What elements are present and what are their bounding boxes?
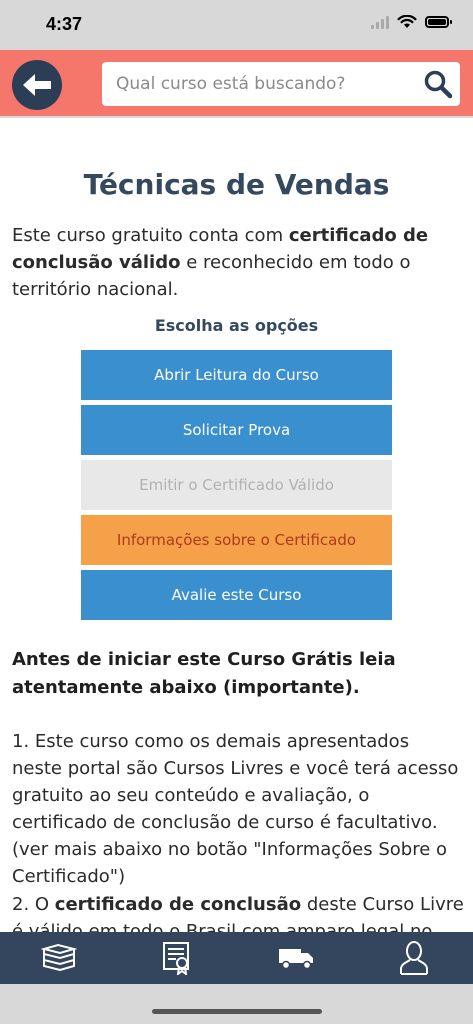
nav-certificates[interactable] [147,932,207,984]
status-icons [371,15,452,29]
wifi-icon [397,15,417,28]
notice-paragraph-1: 1. Este curso como os demais apresentado… [12,731,459,887]
delivery-truck-icon [278,949,313,970]
user-icon [399,941,428,975]
search-box [102,62,460,106]
nav-courses[interactable] [29,932,89,984]
nav-profile[interactable] [384,932,444,984]
arrow-left-icon [23,74,51,96]
page-title: Técnicas de Vendas [83,168,390,201]
status-bar: 4:37 [0,0,473,50]
intro-text-start: Este curso gratuito conta com [12,225,289,246]
search-input[interactable] [102,62,412,106]
cellular-signal-icon [371,15,389,29]
app-header [0,50,473,118]
nav-delivery[interactable] [266,932,326,984]
home-indicator[interactable] [152,1009,322,1014]
app-screen: 4:37 Qual curso está buscando? Técnicas … [0,0,473,1024]
back-button[interactable] [12,60,62,110]
magnifier-icon[interactable] [422,68,454,100]
rate-course-button[interactable]: Avalie este Curso [81,570,392,620]
request-exam-button[interactable]: Solicitar Prova [81,405,392,455]
course-intro: Este curso gratuito conta com certificad… [12,222,462,303]
certificate-icon [163,942,190,975]
home-indicator-area [0,984,473,1024]
open-course-reading-button[interactable]: Abrir Leitura do Curso [81,350,392,400]
certificate-info-button[interactable]: Informações sobre o Certificado [81,515,392,565]
notice-heading: Antes de iniciar este Curso Grátis leia … [12,649,396,698]
battery-icon [425,16,452,28]
bottom-nav [0,932,473,984]
notice-paragraph-2: 2. O certificado de conclusão deste Curs… [12,891,464,932]
status-time: 4:37 [46,14,83,34]
course-content: Técnicas de Vendas Este curso gratuito c… [0,118,473,932]
paragraph-2-start: 2. O [12,894,55,915]
books-icon [41,943,78,972]
options-heading: Escolha as opções [154,316,319,335]
issue-certificate-button[interactable]: Emitir o Certificado Válido [81,460,392,510]
paragraph-2-bold: certificado de conclusão [54,894,302,915]
